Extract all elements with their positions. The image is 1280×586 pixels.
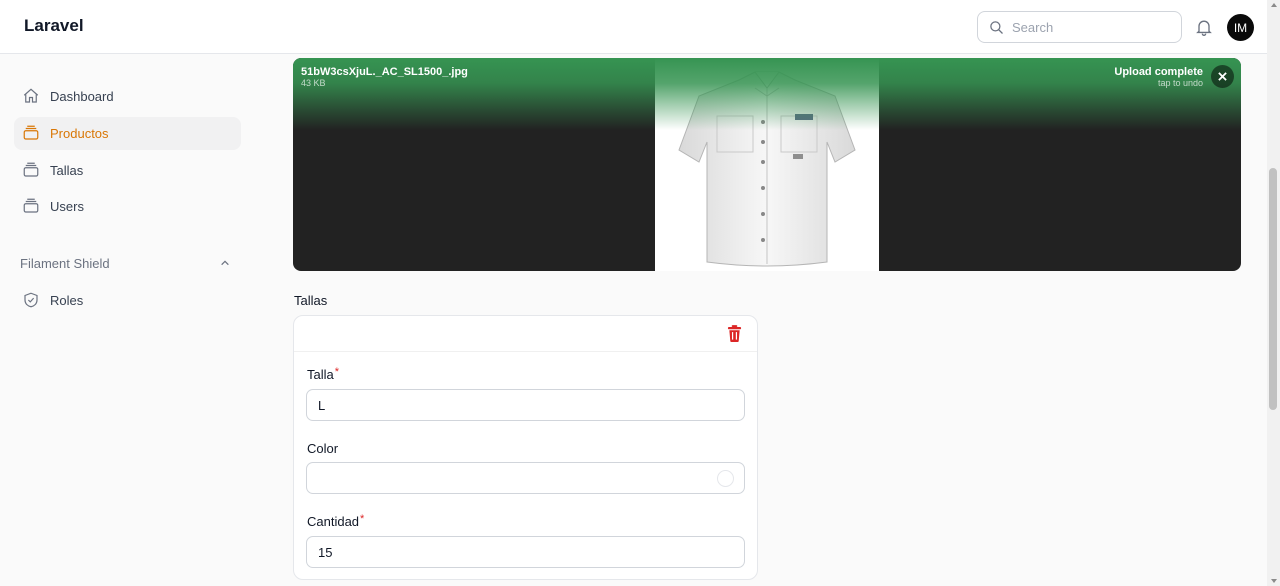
talla-label: Talla* [307, 366, 340, 382]
sidebar-item-label: Roles [50, 293, 84, 308]
undo-hint[interactable]: tap to undo [1158, 78, 1203, 88]
search-input[interactable] [1012, 18, 1172, 36]
page-scrollbar[interactable] [1267, 0, 1280, 586]
remove-file-button[interactable] [1211, 65, 1234, 88]
file-upload-preview: 51bW3csXjuL._AC_SL1500_.jpg 43 KB Upload… [293, 58, 1241, 271]
sidebar-item-dashboard[interactable]: Dashboard [14, 80, 241, 113]
file-name: 51bW3csXjuL._AC_SL1500_.jpg [301, 66, 468, 78]
color-swatch[interactable] [717, 470, 734, 487]
cantidad-label: Cantidad* [307, 513, 365, 529]
search-icon [990, 21, 1003, 34]
sidebar-item-roles[interactable]: Roles [14, 284, 241, 317]
talla-input[interactable] [306, 389, 745, 421]
bell-icon[interactable] [1194, 17, 1214, 37]
sidebar-item-label: Dashboard [50, 89, 114, 104]
required-marker: * [360, 513, 365, 525]
tallas-repeater-item: Talla* Color Cantidad* [293, 315, 758, 580]
sidebar: Dashboard Productos Tallas Users Filamen… [0, 55, 262, 586]
inbox-stack-icon [23, 162, 39, 177]
brand-logo[interactable]: Laravel [24, 16, 84, 36]
scroll-up-arrow[interactable] [1271, 3, 1277, 7]
repeater-item-header [294, 316, 757, 352]
close-icon [1218, 72, 1227, 81]
chevron-up-icon[interactable] [220, 258, 230, 268]
sidebar-item-label: Productos [50, 126, 109, 141]
global-search[interactable] [977, 11, 1182, 43]
color-label: Color [307, 441, 339, 456]
inbox-stack-icon [23, 125, 39, 140]
sidebar-item-label: Tallas [50, 163, 84, 178]
file-size: 43 KB [301, 78, 326, 88]
cantidad-label-text: Cantidad [307, 514, 360, 529]
sidebar-item-tallas[interactable]: Tallas [14, 154, 241, 187]
sidebar-item-productos[interactable]: Productos [14, 117, 241, 150]
sidebar-group-label: Filament Shield [20, 256, 110, 271]
upload-status: Upload complete [1114, 66, 1203, 78]
sidebar-item-users[interactable]: Users [14, 190, 241, 223]
shield-check-icon [24, 292, 38, 308]
inbox-stack-icon [23, 198, 39, 213]
home-icon [23, 88, 39, 103]
trash-icon[interactable] [727, 325, 742, 342]
cantidad-input[interactable] [306, 536, 745, 568]
top-bar: Laravel IM [0, 0, 1280, 54]
scroll-down-arrow[interactable] [1271, 579, 1277, 583]
sidebar-item-label: Users [50, 199, 84, 214]
section-label-tallas: Tallas [294, 293, 328, 308]
scrollbar-thumb[interactable] [1269, 168, 1277, 410]
talla-label-text: Talla [307, 367, 334, 382]
user-avatar[interactable]: IM [1227, 14, 1254, 41]
color-input[interactable] [306, 462, 745, 494]
required-marker: * [334, 366, 340, 378]
